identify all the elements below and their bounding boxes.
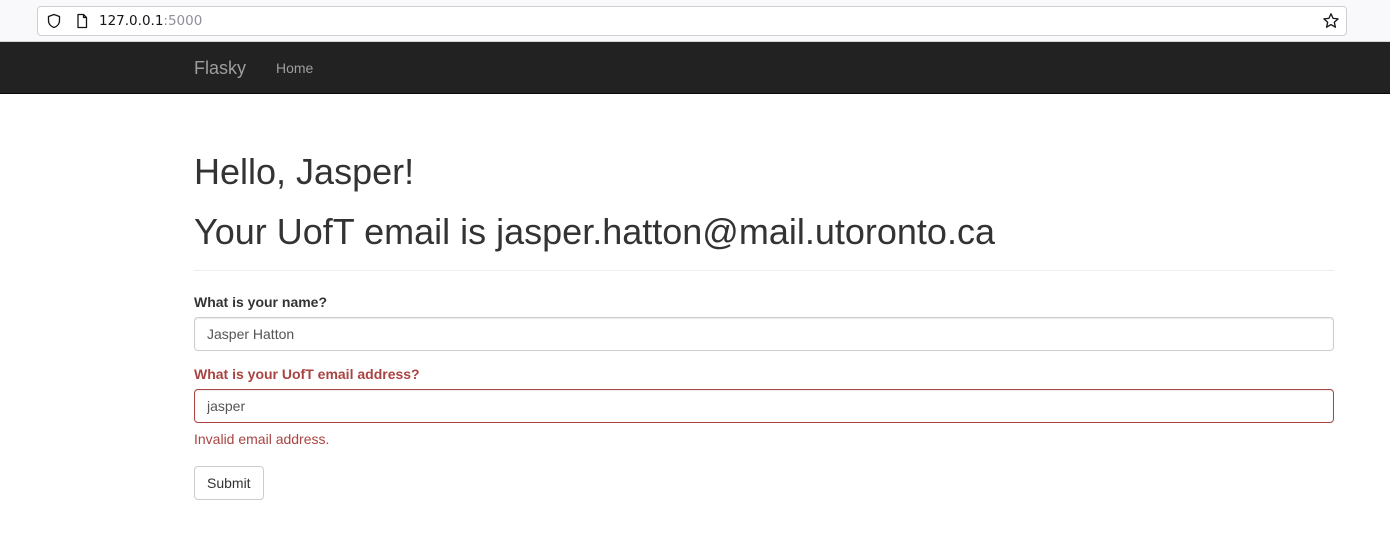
nav-link-home[interactable]: Home	[276, 59, 313, 77]
email-input[interactable]	[194, 389, 1334, 423]
browser-toolbar: 127.0.0.1:5000	[0, 0, 1390, 42]
page-icon	[74, 13, 90, 29]
name-input[interactable]	[194, 317, 1334, 351]
name-label: What is your name?	[194, 294, 328, 310]
navbar: Flasky Home	[0, 42, 1390, 94]
submit-button[interactable]: Submit	[194, 466, 264, 500]
main-container: Hello, Jasper! Your UofT email is jasper…	[194, 94, 1334, 500]
user-form: What is your name? What is your UofT ema…	[194, 293, 1334, 500]
greeting-heading: Hello, Jasper!	[194, 151, 415, 192]
email-form-group: What is your UofT email address? Invalid…	[194, 365, 1334, 448]
url-host: 127.0.0.1	[99, 13, 164, 29]
url-text[interactable]: 127.0.0.1:5000	[99, 13, 202, 30]
page-header: Hello, Jasper! Your UofT email is jasper…	[194, 94, 1334, 271]
url-port: :5000	[163, 13, 203, 29]
email-error-message: Invalid email address.	[194, 431, 330, 447]
name-form-group: What is your name?	[194, 293, 1334, 351]
star-icon[interactable]	[1322, 12, 1340, 30]
email-heading: Your UofT email is jasper.hatton@mail.ut…	[194, 211, 995, 252]
navbar-brand[interactable]: Flasky	[194, 57, 246, 79]
shield-icon[interactable]	[46, 13, 62, 29]
address-bar[interactable]: 127.0.0.1:5000	[37, 6, 1347, 36]
email-label: What is your UofT email address?	[194, 366, 420, 382]
